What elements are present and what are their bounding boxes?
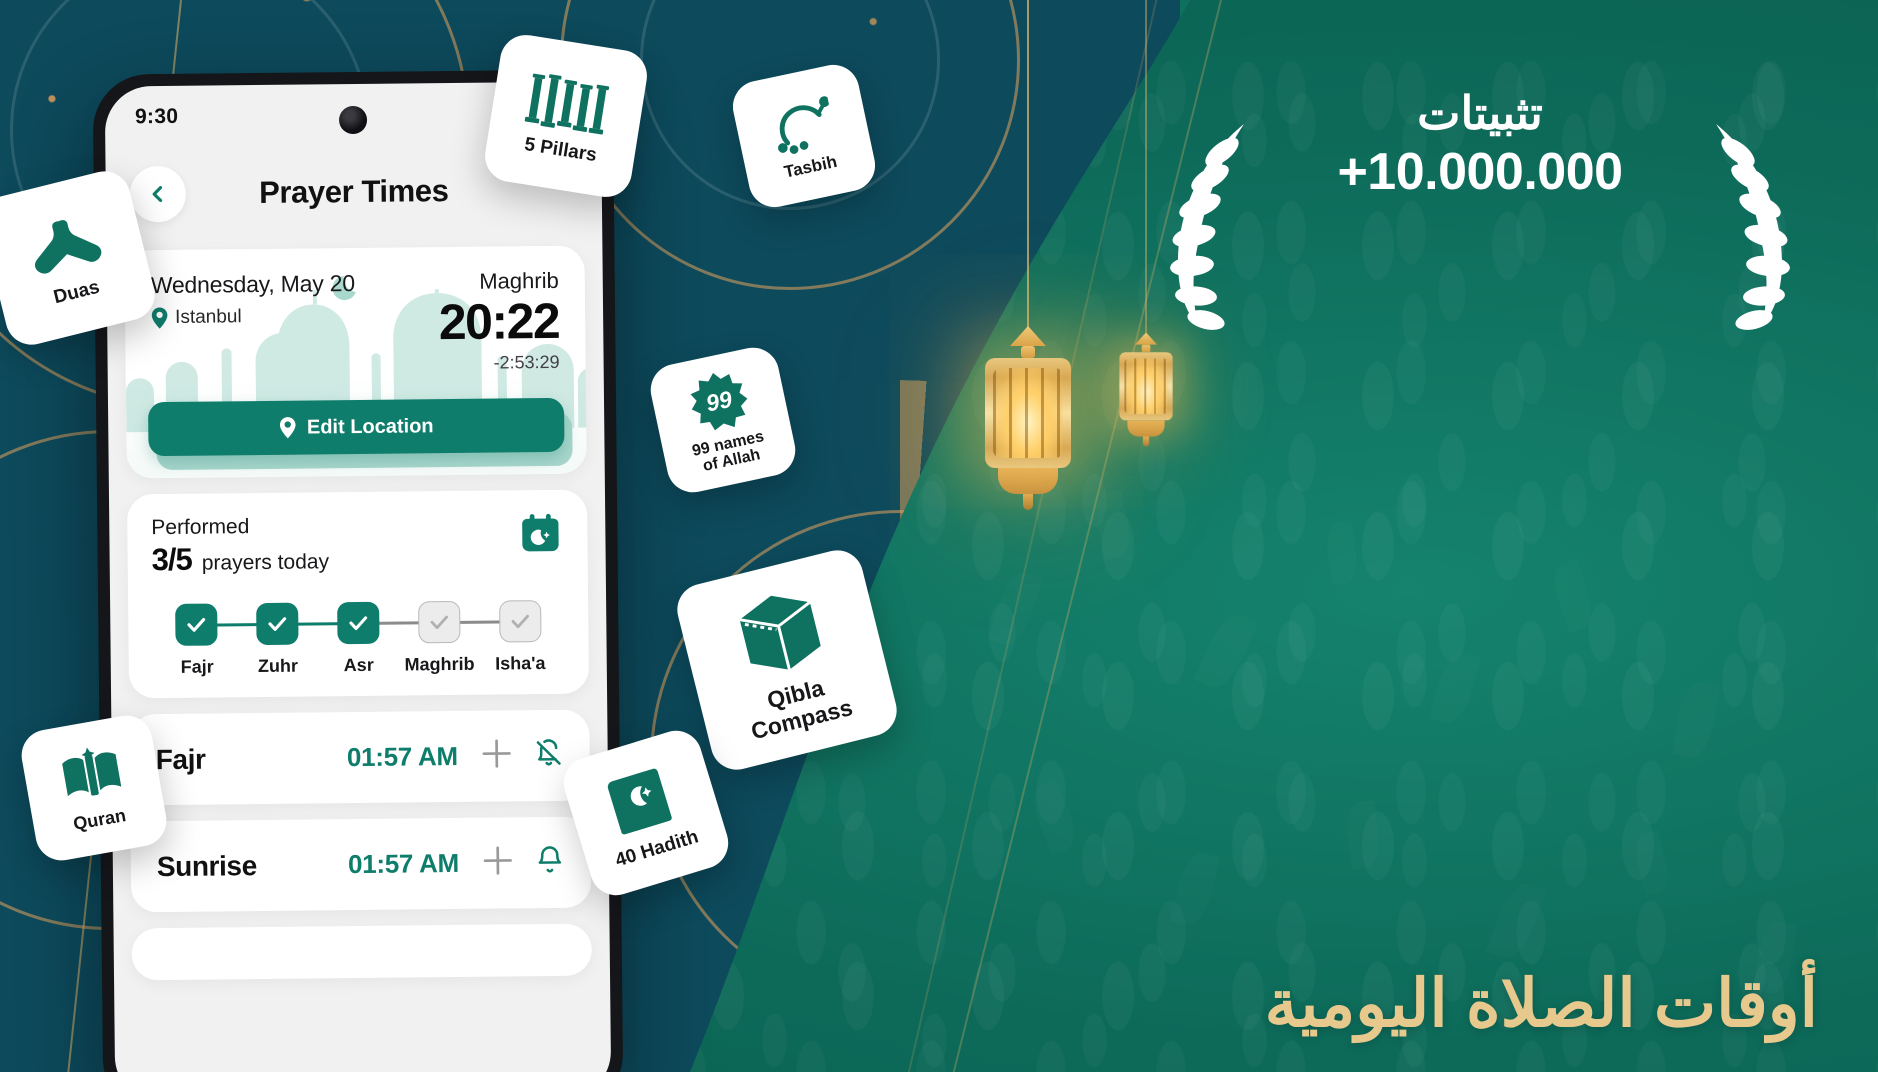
hero-location: Istanbul	[151, 305, 355, 329]
star-99-icon: 99	[682, 364, 756, 438]
prayer-step-label: Maghrib	[404, 653, 475, 675]
prayer-row-time: 01:57 AM	[346, 740, 458, 773]
edit-location-label: Edit Location	[306, 414, 434, 439]
bell-off-icon	[536, 739, 561, 766]
feature-badge-tasbih[interactable]: Tasbih	[728, 60, 880, 212]
praying-hands-icon	[19, 204, 111, 287]
prayer-step-checkbox[interactable]	[417, 600, 461, 644]
installs-badge: تثبيتات +10.000.000	[1160, 86, 1800, 330]
prayer-step-label: Zuhr	[257, 655, 299, 677]
feature-badge-quran[interactable]: Quran	[17, 711, 171, 865]
prayer-row-sunrise[interactable]: Sunrise 01:57 AM	[130, 816, 592, 913]
prayer-step-label: Asr	[343, 654, 374, 676]
check-icon	[187, 618, 206, 632]
promo-headline: أوقات الصلاة اليومية	[1264, 966, 1818, 1040]
lantern-large	[968, 0, 1088, 640]
performed-card: Performed 3/5 prayers today Fajr Zuhr As…	[126, 489, 590, 699]
notification-toggle-button[interactable]	[534, 738, 564, 773]
prayer-step-asr[interactable]: Asr	[318, 601, 440, 677]
laurel-wreath-icon-left	[1170, 124, 1244, 330]
edit-location-button[interactable]: Edit Location	[148, 397, 565, 457]
next-prayer-card: Wednesday, May 20 Istanbul Maghrib 20:22…	[124, 245, 587, 479]
feature-badge-label: Quran	[71, 805, 128, 835]
prayer-beads-icon	[765, 89, 838, 159]
feature-badge-5-pillars[interactable]: 5 Pillars	[481, 31, 651, 201]
prayer-step-maghrib[interactable]: Maghrib	[398, 600, 520, 676]
prayer-step-zuhr[interactable]: Zuhr	[237, 602, 359, 677]
phone-mockup: 9:30 Prayer Times Wednesday, May 20 Ista…	[92, 69, 624, 1072]
hero-city-name: Istanbul	[175, 306, 242, 328]
check-icon	[511, 614, 529, 629]
prayer-step-fajr[interactable]: Fajr	[156, 603, 278, 678]
prayer-row-name: Sunrise	[156, 849, 257, 882]
feature-badge-label: Qibla Compass	[742, 668, 855, 744]
bell-icon	[538, 846, 562, 873]
phone-screen: 9:30 Prayer Times Wednesday, May 20 Ista…	[104, 81, 612, 1072]
prayer-step-label: Isha'a	[495, 653, 546, 674]
feature-badge-label: 5 Pillars	[522, 133, 599, 166]
map-pin-icon	[279, 417, 296, 439]
five-pillars-icon	[523, 65, 614, 139]
prayer-row-time: 01:57 AM	[347, 847, 460, 880]
prayer-row-fajr[interactable]: Fajr 01:57 AM	[129, 709, 591, 806]
hadith-book-icon	[598, 757, 685, 844]
notification-toggle-button[interactable]	[535, 845, 565, 880]
prayer-step-checkbox[interactable]	[337, 601, 380, 645]
prayer-steps: Fajr Zuhr Asr Maghrib Isha'a	[152, 600, 565, 678]
performed-title: Performed	[151, 515, 250, 540]
add-reminder-button[interactable]	[481, 843, 515, 882]
prayer-row-partial[interactable]	[131, 923, 593, 981]
prayer-step-checkbox[interactable]	[175, 603, 218, 646]
feature-badge-label: Duas	[51, 276, 102, 308]
plus-icon	[483, 846, 512, 875]
performed-subtitle: prayers today	[201, 550, 330, 575]
feature-badge-label: Tasbih	[782, 151, 839, 182]
check-icon	[430, 615, 448, 630]
check-icon	[349, 616, 368, 631]
feature-badge-99-names[interactable]: 99 99 names of Allah	[645, 342, 801, 498]
prayer-step-checkbox[interactable]	[498, 600, 542, 643]
screen-content: Wednesday, May 20 Istanbul Maghrib 20:22…	[106, 235, 610, 981]
status-time: 9:30	[134, 104, 179, 129]
kaaba-icon	[724, 577, 834, 683]
next-prayer-name: Maghrib	[479, 267, 559, 294]
check-icon	[268, 617, 287, 631]
next-prayer-time: 20:22	[438, 292, 560, 351]
promotional-banner: تثبيتات +10.000.000 أوقات الصلاة اليومية…	[0, 0, 1878, 1072]
front-camera	[338, 105, 368, 135]
add-reminder-button[interactable]	[480, 736, 514, 775]
prayer-step-label: Fajr	[180, 656, 214, 677]
plus-icon	[482, 739, 511, 768]
chevron-left-icon	[152, 186, 163, 203]
hero-date: Wednesday, May 20	[150, 270, 356, 299]
back-button[interactable]	[129, 165, 187, 223]
calendar-moon-icon[interactable]	[519, 512, 561, 554]
map-pin-icon	[151, 307, 168, 329]
next-prayer-countdown: -2:53:29	[493, 351, 560, 373]
performed-count: 3/5	[151, 541, 192, 578]
laurel-wreath-icon-right	[1716, 124, 1790, 330]
quran-book-icon	[54, 740, 129, 811]
prayer-step-checkbox[interactable]	[256, 602, 299, 646]
svg-text:99: 99	[704, 385, 735, 416]
prayer-row-name: Fajr	[155, 743, 206, 775]
prayer-step-ishaa[interactable]: Isha'a	[479, 600, 561, 675]
